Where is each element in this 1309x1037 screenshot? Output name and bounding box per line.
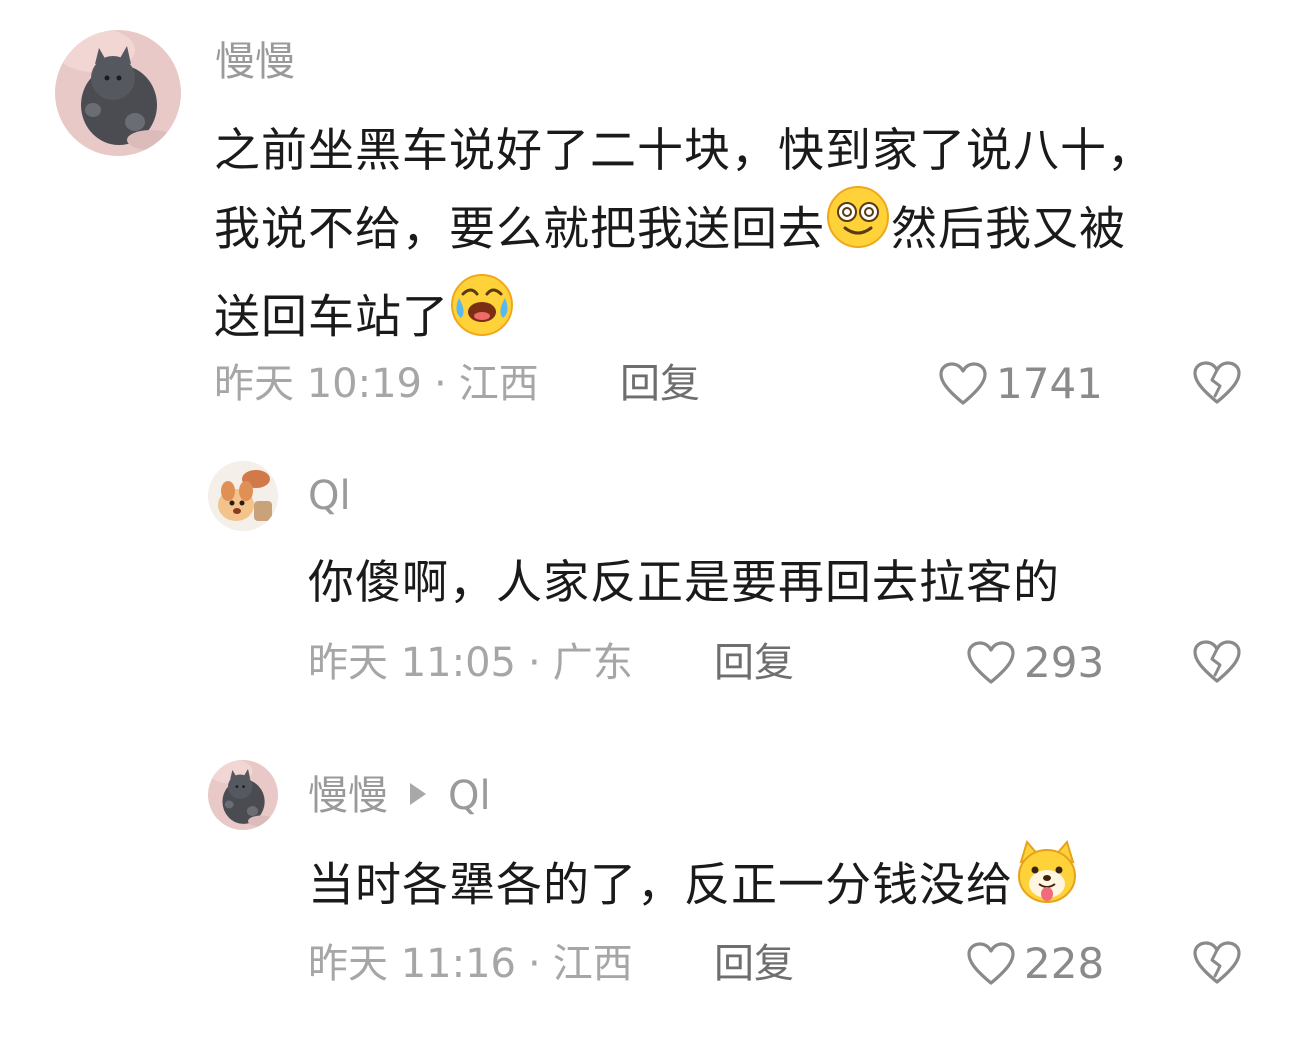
comment-text: 你傻啊，人家反正是要再回去拉客的 — [308, 555, 1060, 609]
comment-time: 昨天 10:19 — [214, 361, 422, 407]
dislike-button[interactable] — [1192, 639, 1242, 689]
like-button[interactable]: 293 — [966, 637, 1104, 689]
comment-text-line: 送回车站了 — [214, 274, 1154, 364]
cat-avatar-icon[interactable] — [55, 30, 181, 156]
comment-username[interactable]: 慢慢 — [215, 38, 295, 86]
like-count: 293 — [1024, 638, 1105, 687]
comment-text-segment: 然后我又被 — [891, 201, 1126, 256]
separator-dot: · — [434, 361, 447, 407]
comment-meta: 昨天 11:05 · 广东 — [308, 639, 633, 687]
comment-username-line: 慢慢 Ql — [308, 772, 491, 820]
comment-text-line: 我说不给，要么就把我送回去 然后我又被 — [214, 186, 1154, 276]
comment-item: 慢慢 之前坐黑车说好了二十块，快到家了说八十， 我说不给，要么就把我送回去 然后… — [0, 0, 1309, 420]
reply-item: 慢慢 Ql 当时各犟各的了，反正一分钱没给 昨天 11:16 · 江西 回复 228 — [0, 740, 1309, 1037]
comment-username[interactable]: Ql — [308, 472, 351, 520]
comment-location: 江西 — [458, 361, 539, 407]
comment-location: 广东 — [552, 640, 633, 686]
comment-username[interactable]: 慢慢 — [308, 773, 388, 819]
reply-button[interactable]: 回复 — [620, 360, 700, 408]
cat-avatar-icon[interactable] — [208, 760, 278, 830]
reply-to-arrow-icon — [410, 783, 426, 805]
heart-outline-icon — [967, 641, 1015, 684]
dizzy-eyes-emoji-icon — [825, 184, 891, 272]
like-button[interactable]: 1741 — [938, 358, 1103, 410]
reply-button[interactable]: 回复 — [714, 940, 794, 988]
comment-meta: 昨天 11:16 · 江西 — [308, 940, 633, 988]
comment-time: 昨天 11:16 — [308, 941, 516, 987]
like-count: 228 — [1024, 939, 1105, 988]
heart-outline-icon — [967, 942, 1015, 985]
comment-text-segment: 当时各犟各的了，反正一分钱没给 — [308, 857, 1013, 912]
heart-outline-icon — [939, 362, 987, 405]
comment-text: 当时各犟各的了，反正一分钱没给 — [308, 839, 1081, 932]
reply-item: Ql 你傻啊，人家反正是要再回去拉客的 昨天 11:05 · 广东 回复 293 — [0, 440, 1309, 730]
separator-dot: · — [528, 640, 541, 686]
shiba-tongue-emoji-icon — [1013, 839, 1081, 928]
comment-time: 昨天 11:05 — [308, 640, 516, 686]
comment-text-segment: 送回车站了 — [214, 289, 449, 344]
broken-heart-icon — [1193, 361, 1241, 404]
comment-meta: 昨天 10:19 · 江西 — [214, 360, 539, 408]
like-button[interactable]: 228 — [966, 938, 1104, 990]
cartoon-dog-avatar-icon[interactable] — [208, 461, 278, 531]
reply-to-username[interactable]: Ql — [448, 773, 491, 819]
separator-dot: · — [528, 941, 541, 987]
comment-text-segment: 我说不给，要么就把我送回去 — [214, 201, 825, 256]
comment-text: 之前坐黑车说好了二十块，快到家了说八十， 我说不给，要么就把我送回去 然后我又被… — [214, 112, 1154, 364]
crying-laughing-emoji-icon — [449, 272, 515, 360]
broken-heart-icon — [1193, 941, 1241, 984]
comment-location: 江西 — [552, 941, 633, 987]
comment-text-line: 之前坐黑车说好了二十块，快到家了说八十， — [214, 123, 1154, 177]
like-count: 1741 — [996, 359, 1103, 408]
dislike-button[interactable] — [1192, 940, 1242, 990]
reply-button[interactable]: 回复 — [714, 639, 794, 687]
broken-heart-icon — [1193, 640, 1241, 683]
dislike-button[interactable] — [1192, 360, 1242, 410]
